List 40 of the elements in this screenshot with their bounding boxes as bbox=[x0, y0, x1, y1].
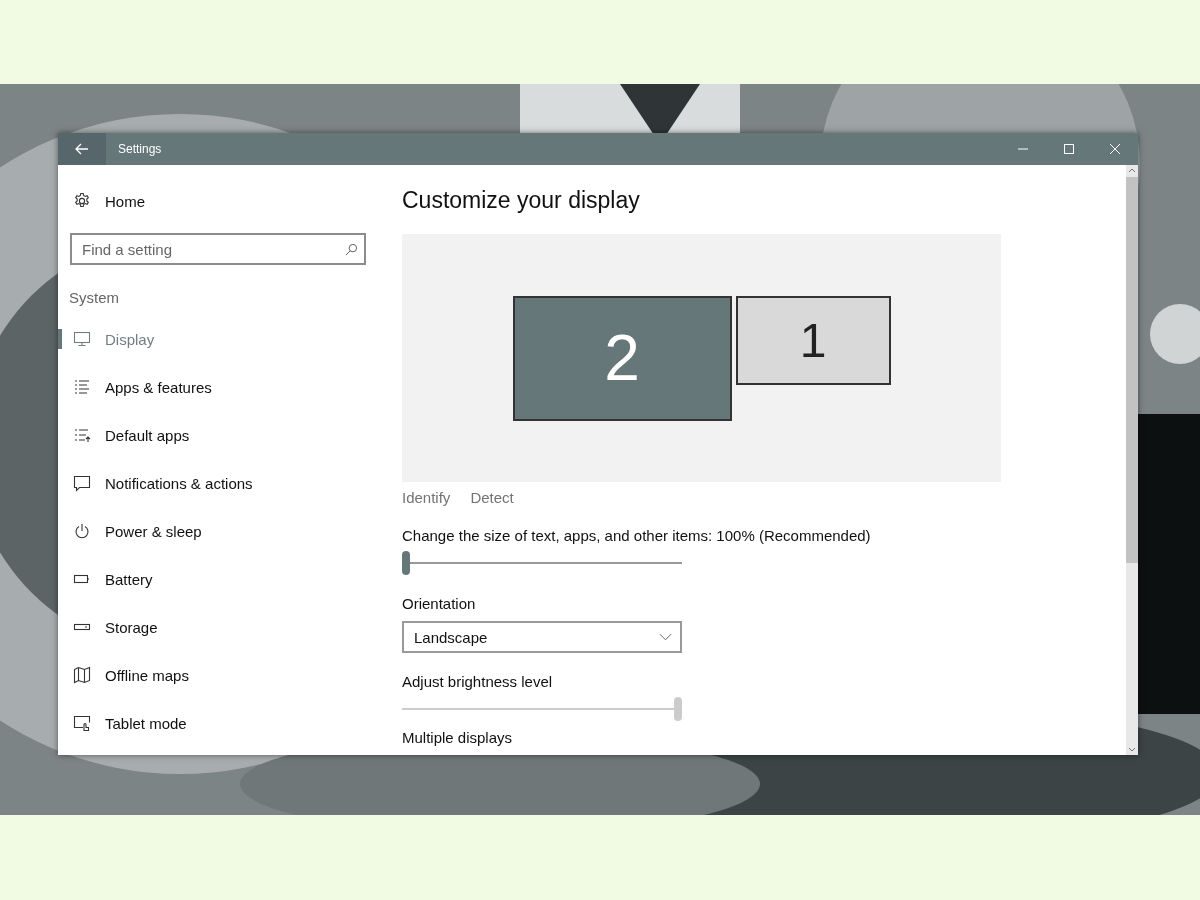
orientation-dropdown[interactable]: Landscape bbox=[402, 621, 682, 653]
section-heading: System bbox=[69, 289, 119, 308]
sidebar-item[interactable]: Power & sleep bbox=[58, 507, 378, 555]
setting-label: Adjust brightness level bbox=[402, 673, 553, 691]
sidebar-item[interactable]: Tablet mode bbox=[58, 699, 378, 747]
link[interactable]: Detect bbox=[470, 489, 514, 507]
maximize-icon bbox=[1063, 143, 1075, 155]
sidebar-item[interactable]: Offline maps bbox=[58, 651, 378, 699]
monitor-icon bbox=[73, 330, 91, 348]
scrollbar[interactable] bbox=[1126, 165, 1138, 755]
sidebar-item[interactable]: Notifications & actions bbox=[58, 459, 378, 507]
window-title: Settings bbox=[118, 142, 162, 156]
map-icon bbox=[73, 666, 91, 684]
sidebar-item[interactable]: Battery bbox=[58, 555, 378, 603]
slider[interactable] bbox=[402, 551, 682, 575]
tablet-icon bbox=[73, 714, 91, 732]
back-button[interactable] bbox=[58, 133, 106, 165]
sidebar-item[interactable]: Default apps bbox=[58, 411, 378, 459]
sidebar-item[interactable]: Apps & features bbox=[58, 363, 378, 411]
search-icon bbox=[345, 243, 358, 256]
sidebar-item[interactable]: Display bbox=[58, 315, 378, 363]
list-icon bbox=[73, 378, 91, 396]
list-icon bbox=[73, 426, 91, 444]
sidebar-item[interactable]: Storage bbox=[58, 603, 378, 651]
section-heading: Multiple displays bbox=[402, 729, 513, 747]
link[interactable]: Identify bbox=[402, 489, 451, 507]
monitor-tile[interactable]: 2 bbox=[512, 295, 732, 421]
chevron-down-icon bbox=[659, 633, 672, 641]
setting-label: Orientation bbox=[402, 595, 476, 613]
search-field[interactable]: Find a setting bbox=[70, 233, 366, 265]
slider-thumb[interactable] bbox=[402, 551, 410, 575]
close-icon bbox=[1109, 143, 1121, 155]
home-link[interactable]: Home bbox=[73, 189, 145, 213]
page-title: Customize your display bbox=[402, 187, 641, 215]
arrow-left-icon bbox=[75, 143, 89, 155]
power-icon bbox=[73, 522, 91, 540]
monitor-tile[interactable]: 1 bbox=[735, 295, 891, 385]
settings-icon bbox=[73, 192, 91, 210]
speech-bubble-icon bbox=[73, 474, 91, 492]
setting-label: Change the size of text, apps, and other items: 100% (Recommended) bbox=[402, 527, 871, 545]
